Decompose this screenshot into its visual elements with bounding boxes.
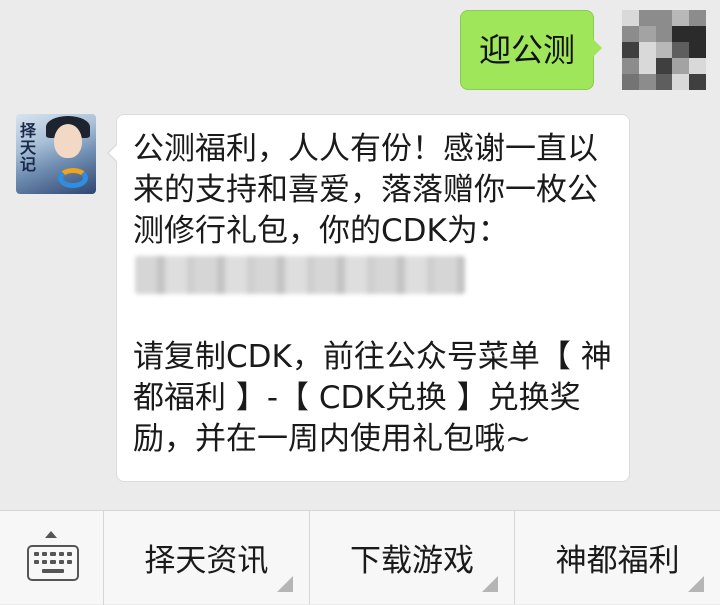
avatar-face-shape	[54, 124, 82, 158]
menu-item-label: 择天资讯	[144, 543, 269, 579]
instruction-line: 请复制CDK，前往公众号菜单【 神	[133, 339, 612, 375]
game-logo-text: 择天记	[20, 121, 37, 174]
message-line: 测修行礼包，你的CDK为：	[133, 213, 509, 249]
menu-item-download-game[interactable]: 下载游戏	[310, 511, 516, 604]
blurred-cdk-code[interactable]	[135, 256, 465, 294]
switch-to-keyboard-button[interactable]	[0, 511, 104, 605]
tencent-games-logo-icon	[58, 168, 88, 188]
submenu-corner-icon	[276, 576, 293, 592]
submenu-corner-icon	[482, 576, 499, 592]
outgoing-message-text: 迎公测	[478, 31, 575, 69]
official-account-menu-bar: 择天资讯 下载游戏 神都福利	[0, 510, 720, 605]
instruction-line: 励，并在一周内使用礼包哦~	[133, 421, 531, 457]
menu-item-news[interactable]: 择天资讯	[104, 511, 310, 604]
instruction-line: 都福利 】-【 CDK兑换 】兑换奖	[133, 380, 581, 416]
menu-item-label: 下载游戏	[350, 543, 474, 579]
menu-item-shendu-welfare[interactable]: 神都福利	[515, 511, 720, 604]
user-avatar[interactable]	[622, 10, 706, 90]
message-line: 公测福利，人人有份！感谢一直以	[133, 131, 598, 167]
official-account-avatar[interactable]: 择天记	[16, 114, 96, 194]
outgoing-message-bubble[interactable]: 迎公测	[459, 10, 603, 90]
submenu-corner-icon	[688, 576, 705, 592]
caret-up-icon	[45, 531, 57, 538]
keyboard-icon	[27, 545, 79, 581]
incoming-message-bubble[interactable]: 公测福利，人人有份！感谢一直以 来的支持和喜爱，落落赠你一枚公 测修行礼包，你的…	[107, 114, 630, 482]
message-line: 来的支持和喜爱，落落赠你一枚公	[133, 172, 598, 208]
menu-item-label: 神都福利	[555, 543, 680, 579]
chat-area: 迎公测 择天记 公测福利，人人有份！感谢一直以 来的支持和喜爱，落落赠你一枚公 …	[0, 0, 720, 510]
